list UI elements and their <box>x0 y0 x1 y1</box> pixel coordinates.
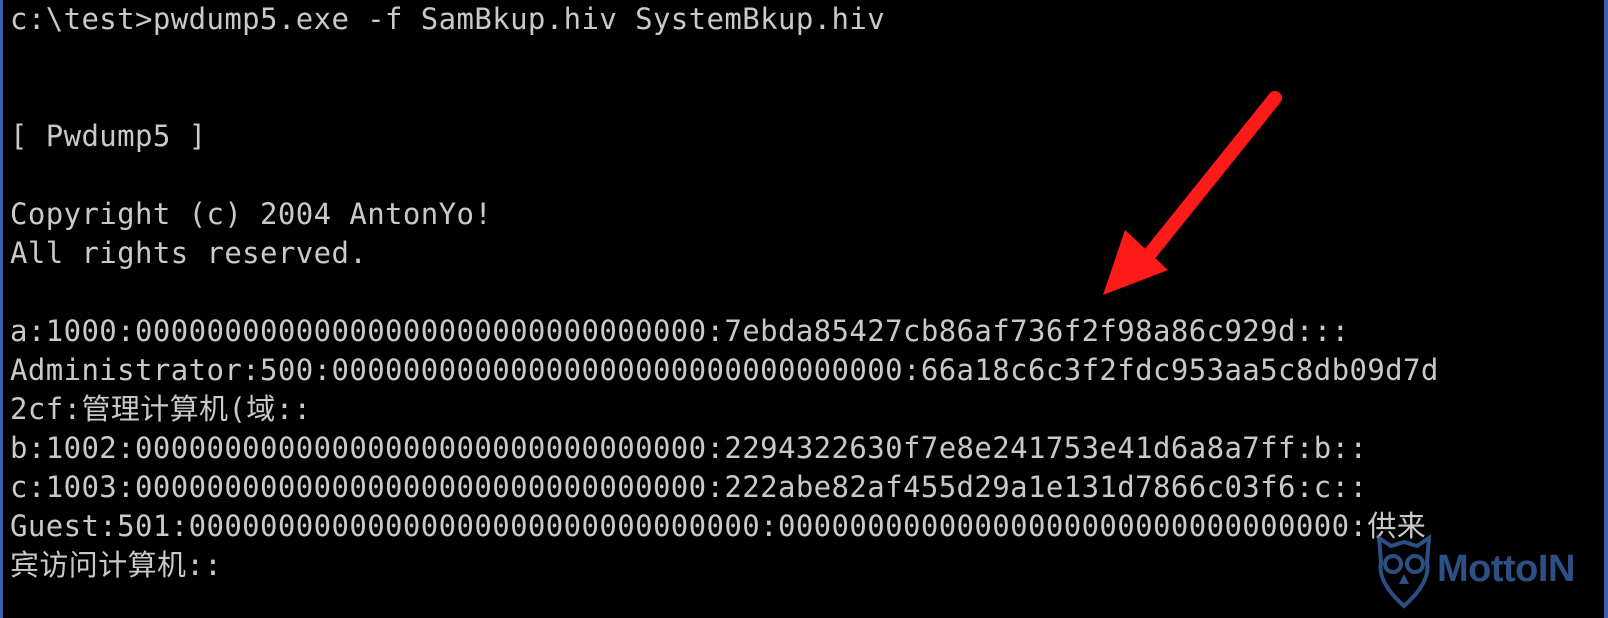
hash-line-guest-cont: 宾访问计算机:: <box>10 548 223 582</box>
copyright-line: Copyright (c) 2004 AntonYo! <box>10 197 493 231</box>
hash-line-a: a:1000:00000000000000000000000000000000:… <box>10 314 1350 348</box>
program-banner: [ Pwdump5 ] <box>10 119 207 153</box>
console-window[interactable]: c:\test>pwdump5.exe -f SamBkup.hiv Syste… <box>0 0 1608 618</box>
red-arrow-icon <box>1103 91 1282 295</box>
owl-logo-icon <box>1376 534 1432 609</box>
hash-line-administrator: Administrator:500:0000000000000000000000… <box>10 353 1439 387</box>
mottoin-watermark: MottoIN <box>1371 532 1604 612</box>
hash-line-c: c:1003:00000000000000000000000000000000:… <box>10 470 1368 504</box>
hash-line-b: b:1002:00000000000000000000000000000000:… <box>10 431 1368 465</box>
hash-line-administrator-cont: 2cf:管理计算机(域:: <box>10 392 312 426</box>
watermark-text: MottoIN <box>1437 548 1575 590</box>
hash-line-guest: Guest:501:000000000000000000000000000000… <box>10 509 1427 543</box>
rights-line: All rights reserved. <box>10 236 368 270</box>
command-line: c:\test>pwdump5.exe -f SamBkup.hiv Syste… <box>10 2 886 36</box>
